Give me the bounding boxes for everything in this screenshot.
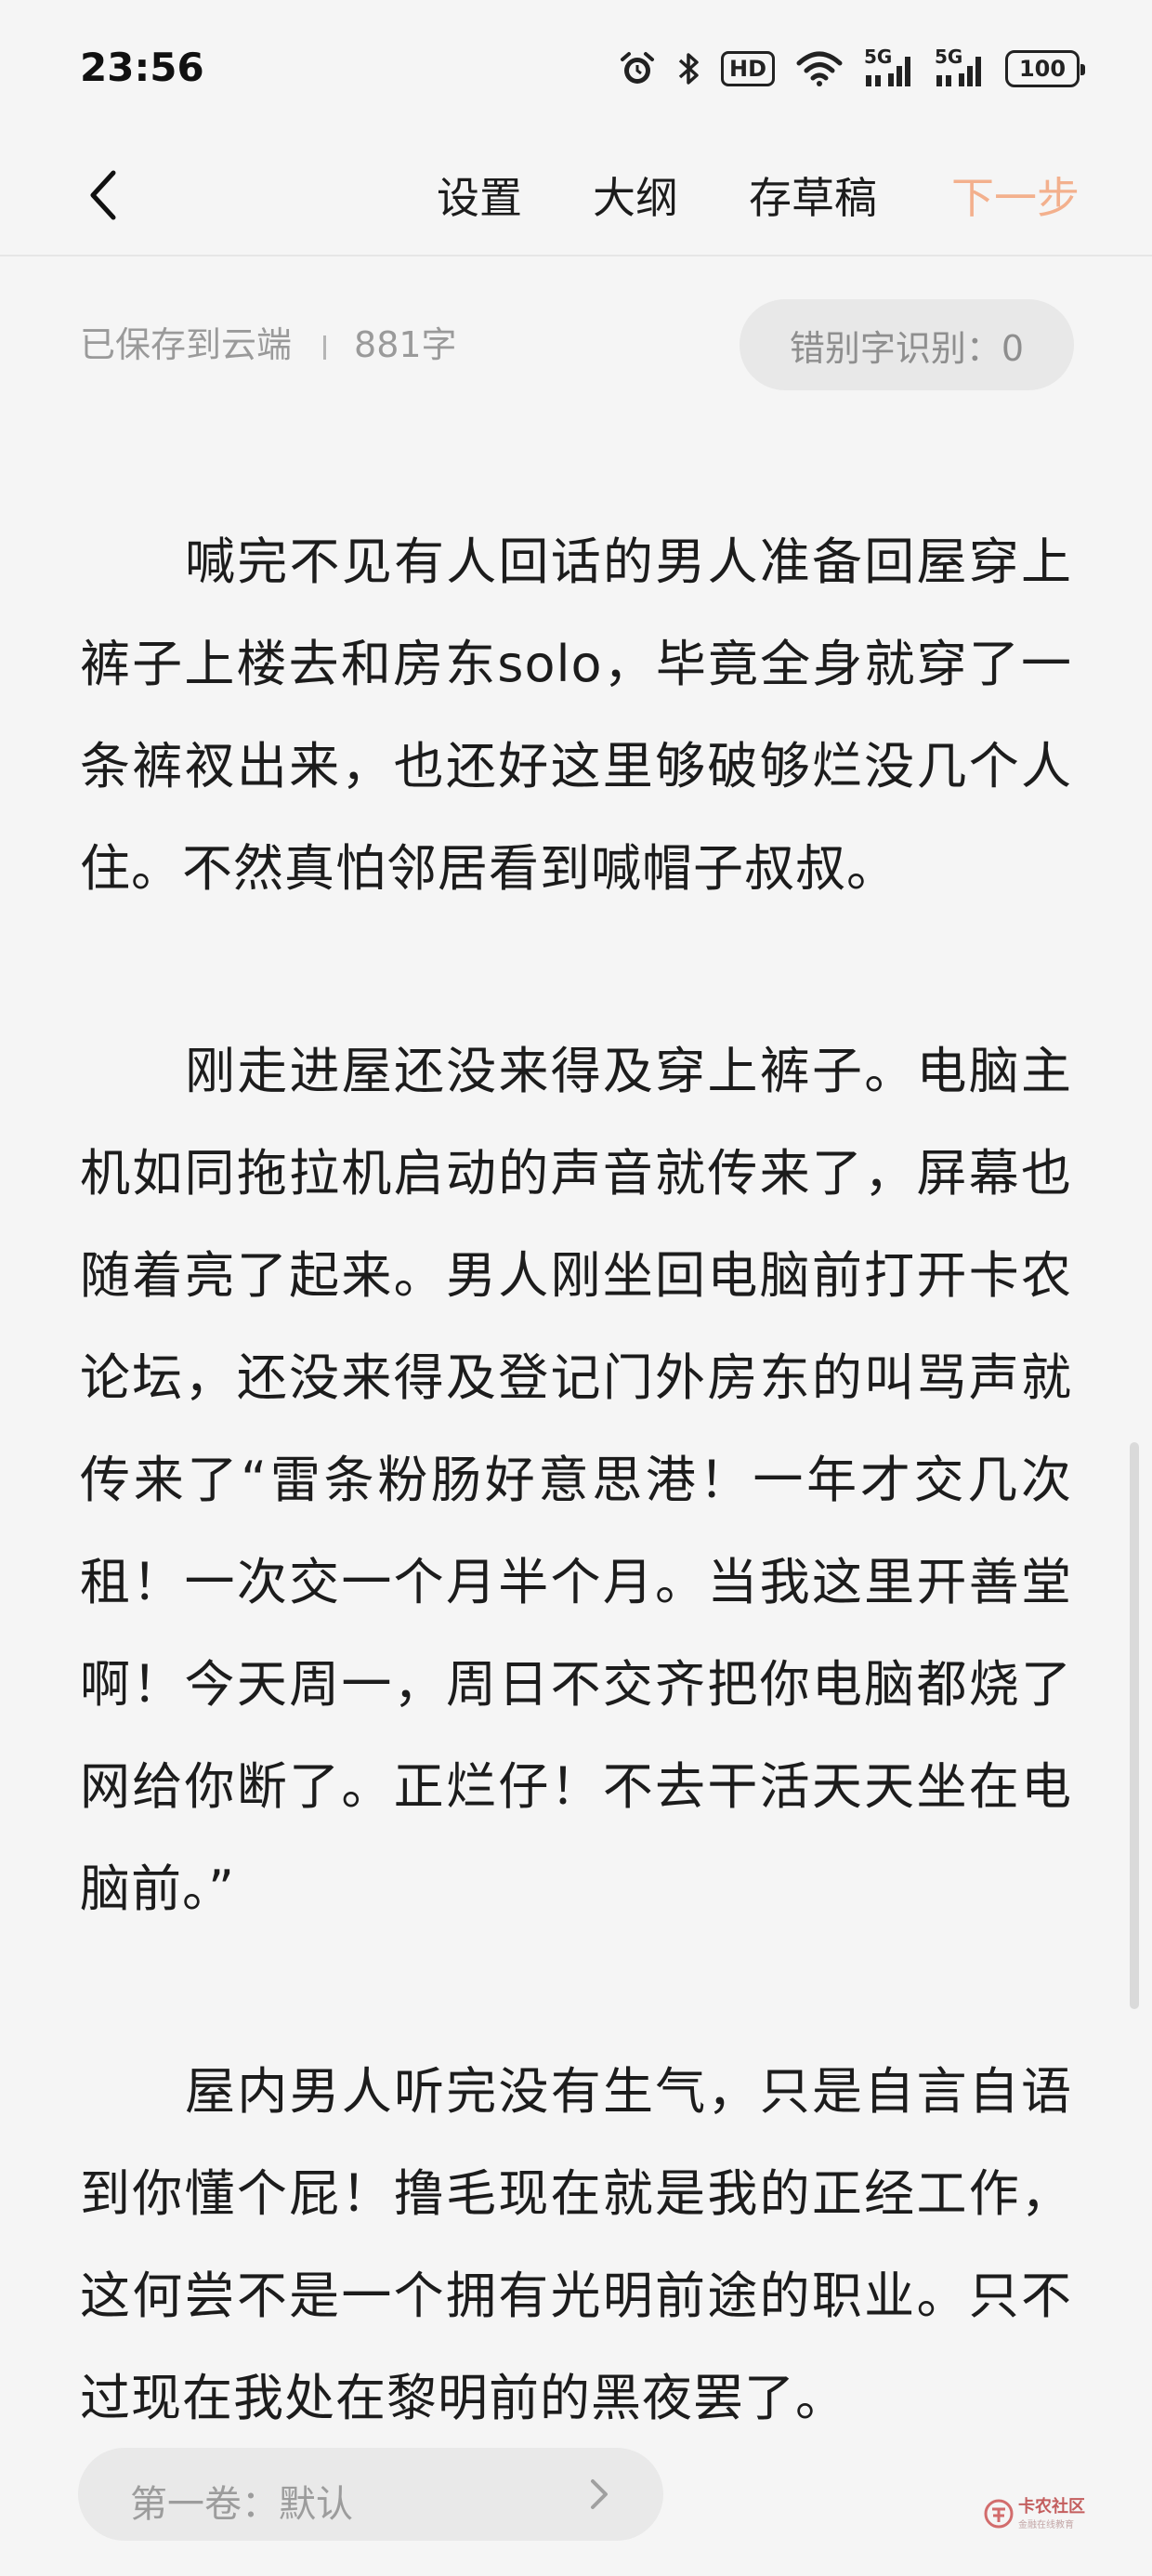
paragraph[interactable]: 屋内男人听完没有生气，只是自言自语到你懂个屁！撸毛现在就是我的正经工作，这何尝不…: [80, 2041, 1072, 2450]
word-count: 881字: [354, 324, 457, 365]
watermark-logo-icon: [984, 2499, 1014, 2529]
watermark-title: 卡农社区: [1018, 2496, 1085, 2517]
signal-icon: 5G: [864, 46, 914, 90]
status-time: 23:56: [80, 45, 204, 90]
status-bar: 23:56 HD 5G 5G 100: [0, 0, 1152, 139]
back-button[interactable]: [67, 149, 141, 242]
cloud-save-text: 已保存到云端: [80, 324, 293, 365]
save-status: 已保存到云端 881字: [80, 316, 457, 367]
editor-content[interactable]: 喊完不见有人回话的男人准备回屋穿上裤子上楼去和房东solo，毕竟全身就穿了一条裤…: [80, 511, 1072, 2550]
status-icons: HD 5G 5G 100: [619, 41, 1085, 97]
bluetooth-icon: [676, 50, 700, 87]
scrollbar-thumb[interactable]: [1130, 1442, 1139, 2009]
divider: [323, 335, 327, 360]
watermark-text: 卡农社区 金融在线教育: [1018, 2496, 1085, 2530]
back-arrow-icon: [90, 170, 116, 220]
hd-icon: HD: [720, 51, 775, 86]
alarm-icon: [619, 50, 656, 87]
paragraph[interactable]: 刚走进屋还没来得及穿上裤子。电脑主机如同拖拉机启动的声音就传来了，屏幕也随着亮了…: [80, 1020, 1072, 1940]
watermark-subtitle: 金融在线教育: [1018, 2519, 1074, 2530]
volume-selector[interactable]: 第一卷：默认: [78, 2448, 663, 2541]
signal-icon: 5G: [935, 46, 985, 90]
watermark: 卡农社区 金融在线教育: [983, 2491, 1098, 2537]
battery-icon: 100: [1005, 50, 1085, 87]
wifi-icon: [795, 50, 844, 87]
outline-button[interactable]: 大纲: [593, 156, 678, 240]
volume-label: 第一卷：默认: [130, 2483, 353, 2526]
next-step-button[interactable]: 下一步: [951, 156, 1080, 240]
chevron-right-icon: [591, 2479, 608, 2509]
save-draft-button[interactable]: 存草稿: [749, 156, 877, 240]
top-nav: 设置 大纲 存草稿 下一步: [0, 139, 1152, 256]
paragraph[interactable]: 喊完不见有人回话的男人准备回屋穿上裤子上楼去和房东solo，毕竟全身就穿了一条裤…: [80, 511, 1072, 920]
settings-button[interactable]: 设置: [437, 156, 522, 240]
typo-check-button[interactable]: 错别字识别：0: [740, 299, 1074, 390]
